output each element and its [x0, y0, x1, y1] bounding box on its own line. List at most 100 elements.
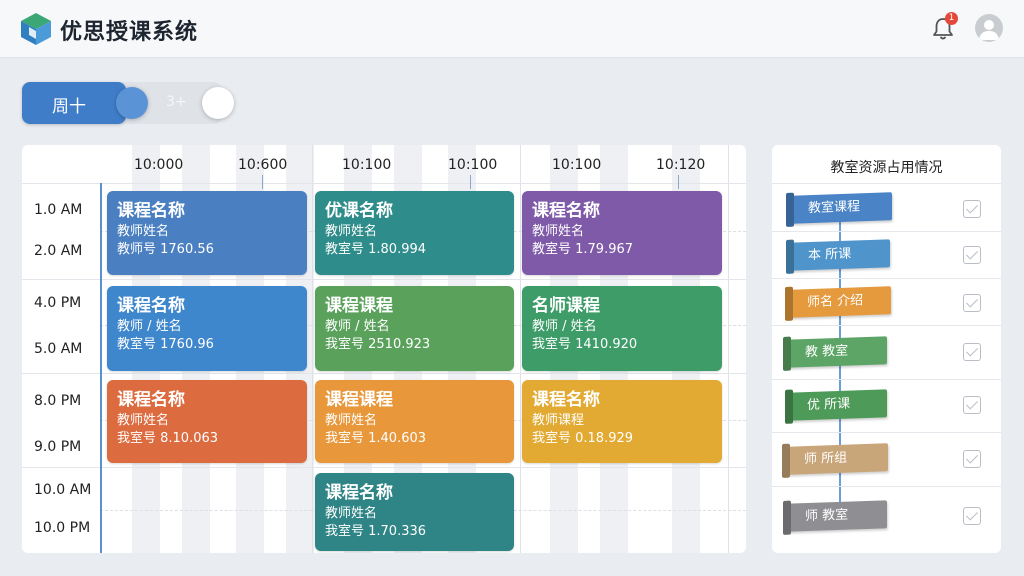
resource-tag-label: 优 所课	[807, 396, 851, 414]
cube-icon	[21, 13, 51, 45]
course-room: 我室号 1.40.603	[325, 431, 427, 446]
toggle-active-segment[interactable]: 周十	[22, 82, 126, 124]
course-teacher: 教师 / 姓名	[117, 319, 182, 334]
panel-divider	[772, 278, 1001, 279]
course-title: 课程课程	[325, 296, 393, 316]
panel-divider	[772, 486, 1001, 487]
resource-tag-label: 教 教室	[805, 343, 849, 361]
course-room: 我室号 2510.923	[325, 337, 431, 352]
course-teacher: 教师课程	[532, 413, 585, 428]
column-header: 10:100	[552, 157, 602, 173]
course-card[interactable]: 课程课程 教师姓名 我室号 1.40.603	[315, 380, 514, 463]
course-room: 教室号 1.80.994	[325, 242, 427, 257]
resource-panel: 教室资源占用情况 教室课程 本 所课 师名 介绍 教 教室 优 所课 师 所组 …	[772, 145, 1001, 553]
view-toggle[interactable]: 周十 3+	[22, 82, 234, 124]
column-divider	[312, 145, 313, 553]
column-header: 10:000	[134, 157, 184, 173]
resource-tag[interactable]: 本 所课	[790, 239, 890, 271]
course-card[interactable]: 优课名称 教师姓名 教室号 1.80.994	[315, 191, 514, 275]
panel-divider	[772, 325, 1001, 326]
course-title: 课程名称	[117, 296, 185, 316]
resource-checkbox[interactable]	[963, 200, 981, 218]
resource-checkbox[interactable]	[963, 507, 981, 525]
toggle-active-label: 周十	[52, 97, 86, 117]
course-room: 我室号 1.70.336	[325, 524, 427, 539]
course-title: 课程名称	[532, 201, 600, 221]
course-room: 教师号 1760.56	[117, 242, 214, 257]
course-teacher: 教师姓名	[325, 413, 378, 428]
resource-checkbox[interactable]	[963, 396, 981, 414]
header-divider	[22, 183, 746, 184]
user-icon	[979, 20, 999, 40]
time-axis	[100, 183, 102, 553]
panel-divider	[772, 379, 1001, 380]
row-divider	[22, 467, 746, 468]
course-card[interactable]: 课程名称 教师姓名 教师号 1760.56	[107, 191, 307, 275]
time-label: 1.0 AM	[34, 202, 83, 218]
course-title: 优课名称	[325, 201, 393, 221]
user-avatar[interactable]	[975, 14, 1003, 42]
course-title: 课程课程	[325, 390, 393, 410]
column-divider	[520, 145, 521, 553]
panel-divider	[772, 231, 1001, 232]
course-card[interactable]: 课程课程 教师 / 姓名 我室号 2510.923	[315, 286, 514, 371]
resource-tag[interactable]: 教 教室	[787, 336, 887, 368]
time-label: 10.0 PM	[34, 520, 91, 536]
course-card[interactable]: 课程名称 教师 / 姓名 教室号 1760.96	[107, 286, 307, 371]
course-teacher: 教师姓名	[117, 224, 170, 239]
toggle-knob-inactive[interactable]	[202, 87, 234, 119]
course-card[interactable]: 课程名称 教师姓名 我室号 8.10.063	[107, 380, 307, 463]
resource-checkbox[interactable]	[963, 450, 981, 468]
course-teacher: 教师姓名	[532, 224, 585, 239]
column-header: 10:100	[342, 157, 392, 173]
course-title: 课程名称	[117, 201, 185, 221]
column-divider	[728, 145, 729, 553]
panel-divider	[772, 432, 1001, 433]
column-header: 10:100	[448, 157, 498, 173]
course-card[interactable]: 课程名称 教师姓名 我室号 1.70.336	[315, 473, 514, 551]
panel-divider	[772, 183, 1001, 184]
column-tick	[470, 175, 471, 189]
resource-tag[interactable]: 教室课程	[790, 192, 892, 224]
resource-tag-label: 本 所课	[808, 246, 852, 264]
resource-tag[interactable]: 优 所课	[789, 389, 887, 421]
course-title: 课程名称	[117, 390, 185, 410]
resource-checkbox[interactable]	[963, 246, 981, 264]
resource-tag-label: 教室课程	[808, 199, 861, 217]
time-label: 10.0 AM	[34, 482, 92, 498]
course-room: 我室号 0.18.929	[532, 431, 634, 446]
resource-checkbox[interactable]	[963, 294, 981, 312]
row-divider	[22, 373, 746, 374]
course-room: 我室号 1410.920	[532, 337, 638, 352]
resource-tag-label: 师 所组	[804, 450, 848, 468]
toggle-knob-active[interactable]	[116, 87, 148, 119]
resource-tag[interactable]: 师名 介绍	[789, 286, 891, 318]
course-card[interactable]: 课程名称 教师课程 我室号 0.18.929	[522, 380, 722, 463]
notification-badge: 1	[945, 12, 958, 25]
course-room: 教室号 1760.96	[117, 337, 214, 352]
toggle-inactive-label: 3+	[166, 94, 187, 110]
resource-panel-title: 教室资源占用情况	[830, 160, 943, 176]
course-card[interactable]: 课程名称 教师姓名 教室号 1.79.967	[522, 191, 722, 275]
app-title: 优思授课系统	[60, 20, 199, 45]
time-label: 4.0 PM	[34, 295, 82, 311]
course-teacher: 教师姓名	[117, 413, 170, 428]
course-teacher: 教师 / 姓名	[532, 319, 597, 334]
resource-tag[interactable]: 师 所组	[786, 443, 888, 475]
resource-tag-label: 师 教室	[805, 507, 849, 525]
time-label: 9.0 PM	[34, 439, 82, 455]
resource-tag-label: 师名 介绍	[807, 293, 864, 311]
course-teacher: 教师 / 姓名	[325, 319, 390, 334]
course-title: 名师课程	[532, 296, 600, 316]
course-room: 教室号 1.79.967	[532, 242, 634, 257]
column-tick	[262, 175, 263, 189]
resource-checkbox[interactable]	[963, 343, 981, 361]
time-label: 2.0 AM	[34, 243, 83, 259]
resource-tag[interactable]: 师 教室	[787, 500, 887, 532]
schedule-grid: 10:000 10:600 10:100 10:100 10:100 10:12…	[22, 145, 746, 553]
course-card[interactable]: 名师课程 教师 / 姓名 我室号 1410.920	[522, 286, 722, 371]
time-label: 5.0 AM	[34, 341, 83, 357]
course-teacher: 教师姓名	[325, 506, 378, 521]
column-header: 10:600	[238, 157, 288, 173]
row-divider	[22, 279, 746, 280]
